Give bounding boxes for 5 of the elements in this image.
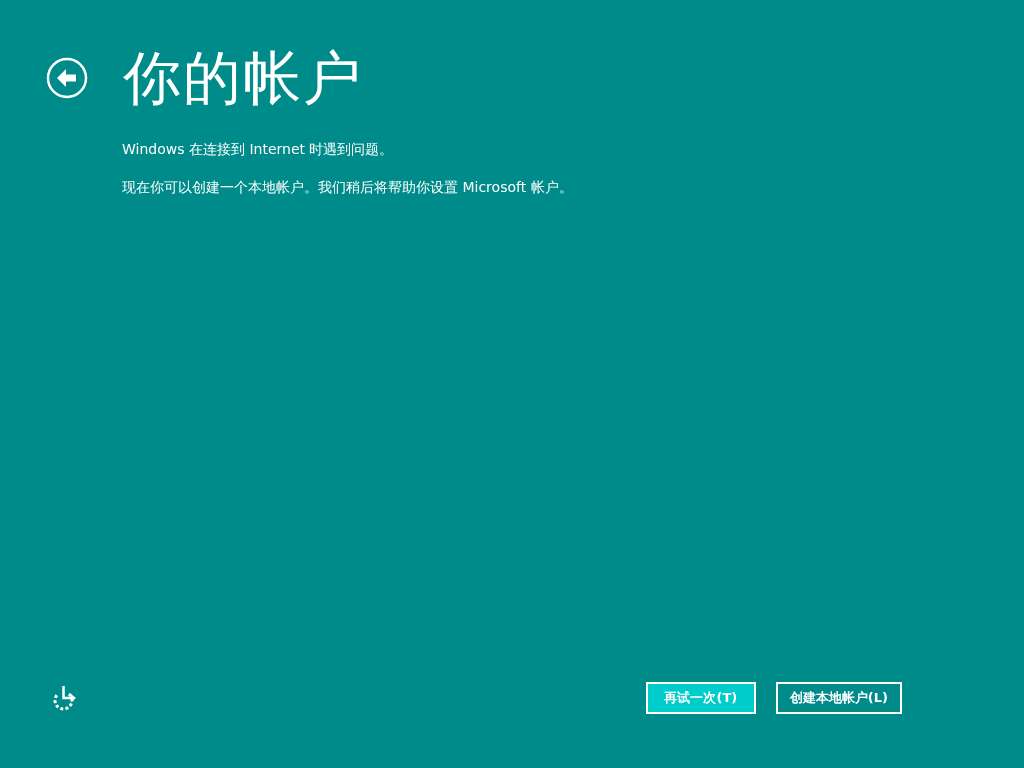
back-icon[interactable] [46,57,88,99]
page-title: 你的帐户 [123,43,363,114]
message-text: 现在你可以创建一个本地帐户。我们稍后将帮助你设置 Microsoft 帐户。 [122,178,574,197]
action-button[interactable]: 创建本地帐户(L) [775,682,902,714]
message-text: Windows 在连接到 Internet 时遇到问题。 [122,140,395,159]
